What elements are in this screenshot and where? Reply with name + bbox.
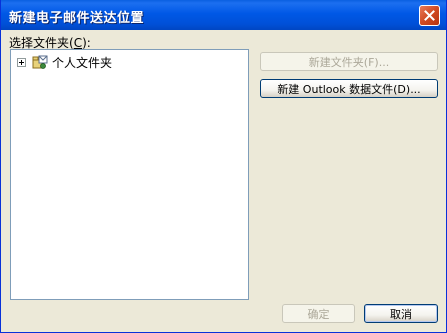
personal-folders-icon (32, 55, 48, 69)
cancel-button[interactable]: 取消 (364, 304, 438, 323)
folder-picker-label-suffix: ): (82, 36, 91, 50)
expand-plus-icon[interactable] (17, 57, 26, 67)
new-folder-button[interactable]: 新建文件夹(F)... (260, 52, 438, 71)
close-button[interactable] (419, 5, 440, 26)
new-outlook-data-file-button[interactable]: 新建 Outlook 数据文件(D)... (260, 79, 438, 98)
folder-picker-label-prefix: 选择文件夹( (9, 36, 74, 50)
tree-item-personal-folders[interactable]: 个人文件夹 (17, 54, 112, 70)
tree-item-label: 个人文件夹 (52, 55, 113, 70)
ok-button[interactable]: 确定 (282, 304, 355, 323)
dialog-window: 新建电子邮件送达位置 选择文件夹(C): 个人文件夹 新建文件夹(F)... 新… (0, 0, 447, 333)
folder-tree[interactable]: 个人文件夹 (10, 49, 249, 300)
window-title: 新建电子邮件送达位置 (9, 11, 145, 26)
close-icon (424, 10, 435, 21)
title-bar[interactable]: 新建电子邮件送达位置 (1, 0, 446, 30)
folder-picker-label-accel: C (73, 36, 83, 50)
